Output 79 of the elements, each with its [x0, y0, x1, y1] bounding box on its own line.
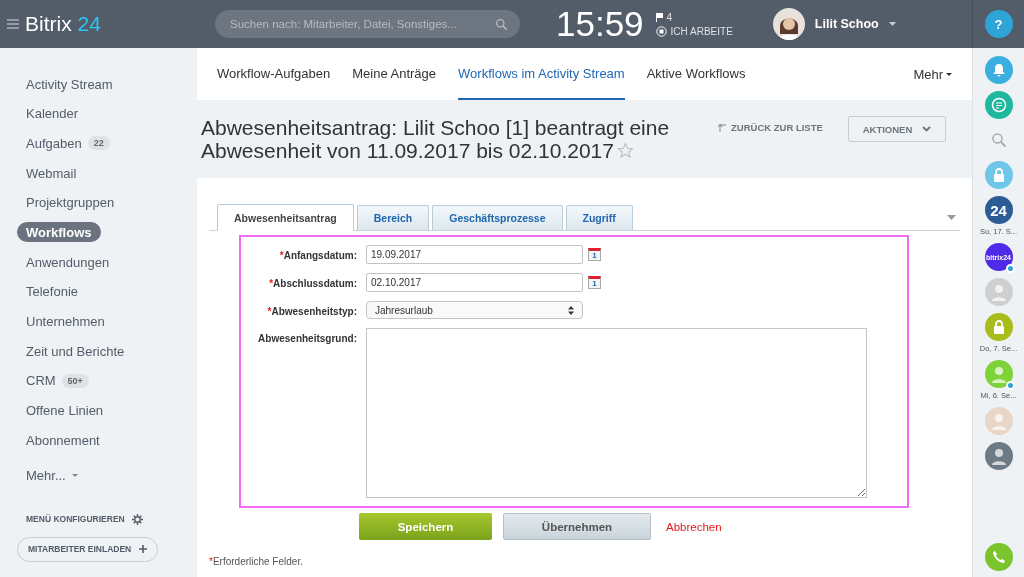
cancel-link[interactable]: Abbrechen — [666, 520, 722, 533]
nav-tab[interactable]: Workflows im Activity Stream — [458, 48, 625, 100]
person-icon — [989, 283, 1008, 301]
caret-icon — [71, 474, 78, 478]
caret-icon[interactable] — [947, 214, 956, 220]
flag-count: 4 — [666, 11, 673, 23]
back-arrow-icon — [718, 122, 727, 132]
plus-icon — [139, 545, 148, 554]
nav-tab[interactable]: Workflow-Aufgaben — [217, 48, 331, 100]
bell-icon — [991, 63, 1006, 77]
chat-avatar[interactable]: 24 — [984, 196, 1013, 224]
nav-tab[interactable]: Aktive Workflows — [646, 48, 746, 100]
sidebar-item[interactable]: Projektgruppen — [17, 192, 124, 213]
field-label: *Abwesenheitstyp: — [266, 305, 357, 317]
lock-icon — [991, 319, 1006, 335]
count-badge: 22 — [87, 136, 110, 151]
back-link[interactable]: ZURÜCK ZUR LISTE — [718, 122, 823, 136]
flag-icon — [655, 12, 663, 22]
lock-button[interactable] — [984, 161, 1013, 189]
caret-icon — [946, 72, 952, 76]
sidebar-item[interactable]: Anwendungen — [17, 252, 119, 273]
notifications-button[interactable] — [984, 56, 1013, 84]
clock: 15:59 — [556, 4, 644, 44]
chevron-icon — [922, 126, 932, 132]
calendar-icon[interactable]: 1 — [588, 248, 601, 261]
menu-icon[interactable] — [7, 19, 19, 29]
field-label: *Anfangsdatum: — [278, 249, 357, 261]
chat-icon — [990, 97, 1007, 113]
caret-icon[interactable] — [888, 22, 896, 26]
sidebar-item[interactable]: Aufgaben 22 — [17, 133, 119, 154]
form-tab[interactable]: Geschäftsprozesse — [432, 205, 563, 230]
sidebar-item[interactable]: Kalender — [17, 103, 88, 124]
count-badge: 50+ — [61, 373, 89, 388]
form-tab[interactable]: Bereich — [356, 205, 430, 230]
sidebar-item[interactable]: Workflows — [17, 222, 101, 243]
sidebar-item[interactable]: Activity Stream — [17, 74, 122, 94]
select-field[interactable]: Jahresurlaub — [366, 301, 583, 319]
apply-button[interactable]: Übernehmen — [503, 513, 651, 540]
sidebar-item[interactable]: Unternehmen — [17, 311, 114, 332]
lock-button[interactable] — [984, 313, 1013, 341]
search-icon[interactable] — [990, 132, 1007, 148]
calendar-icon[interactable]: 1 — [588, 276, 601, 289]
sidebar-item[interactable]: Zeit und Berichte — [17, 341, 134, 362]
search-icon[interactable] — [495, 18, 508, 31]
required-note: *Erforderliche Felder. — [209, 556, 304, 567]
sidebar-item[interactable]: CRM 50+ — [17, 370, 98, 391]
sidebar-item[interactable]: Telefonie — [17, 281, 88, 302]
avatar-label: 24 — [990, 201, 1007, 219]
chat-button[interactable] — [984, 91, 1013, 119]
page-title: Abwesenheitsantrag: Lilit Schoo [1] beantragt eine Abwesenheit von 11.09.2017 bis 02.10.2017 — [201, 116, 671, 164]
search-field[interactable]: Suchen nach: Mitarbeiter, Datei, Sonstiges... — [215, 10, 520, 38]
stop-icon — [655, 25, 667, 37]
star-icon[interactable] — [616, 142, 634, 159]
field-label: *Abschlussdatum: — [268, 277, 357, 289]
phone-button[interactable] — [984, 543, 1013, 571]
logo[interactable]: Bitrix 24 — [25, 12, 215, 36]
form-tab[interactable]: Abwesenheitsantrag — [217, 204, 354, 231]
sidebar-item[interactable]: Offene Linien — [17, 400, 113, 421]
user-name[interactable]: Lilit Schoo — [814, 17, 879, 31]
more-tab[interactable]: Mehr — [913, 66, 952, 82]
person-icon — [989, 447, 1008, 465]
person-icon — [989, 365, 1008, 383]
updown-icon — [568, 305, 574, 315]
actions-button[interactable]: AKTIONEN — [848, 116, 946, 142]
phone-icon — [991, 550, 1006, 564]
field-label: Abwesenheitsgrund: — [257, 332, 357, 344]
form-tab[interactable]: Zugriff — [565, 205, 633, 230]
date-field[interactable]: 02.10.2017 — [366, 273, 583, 292]
person-icon — [989, 412, 1008, 430]
sidebar-item[interactable]: Webmail — [17, 163, 86, 184]
sidebar-item[interactable]: Abonnement — [17, 430, 109, 451]
lock-icon — [991, 167, 1006, 183]
nav-tab[interactable]: Meine Anträge — [352, 48, 437, 100]
more-menu[interactable]: Mehr... — [17, 465, 87, 486]
settings-icon[interactable] — [131, 513, 143, 525]
configure-menu-link[interactable]: MENÜ KONFIGURIEREN — [26, 514, 125, 525]
work-status[interactable]: ICH ARBEITE — [670, 25, 733, 37]
date-field[interactable]: 19.09.2017 — [366, 245, 583, 264]
user-avatar[interactable] — [772, 8, 805, 40]
